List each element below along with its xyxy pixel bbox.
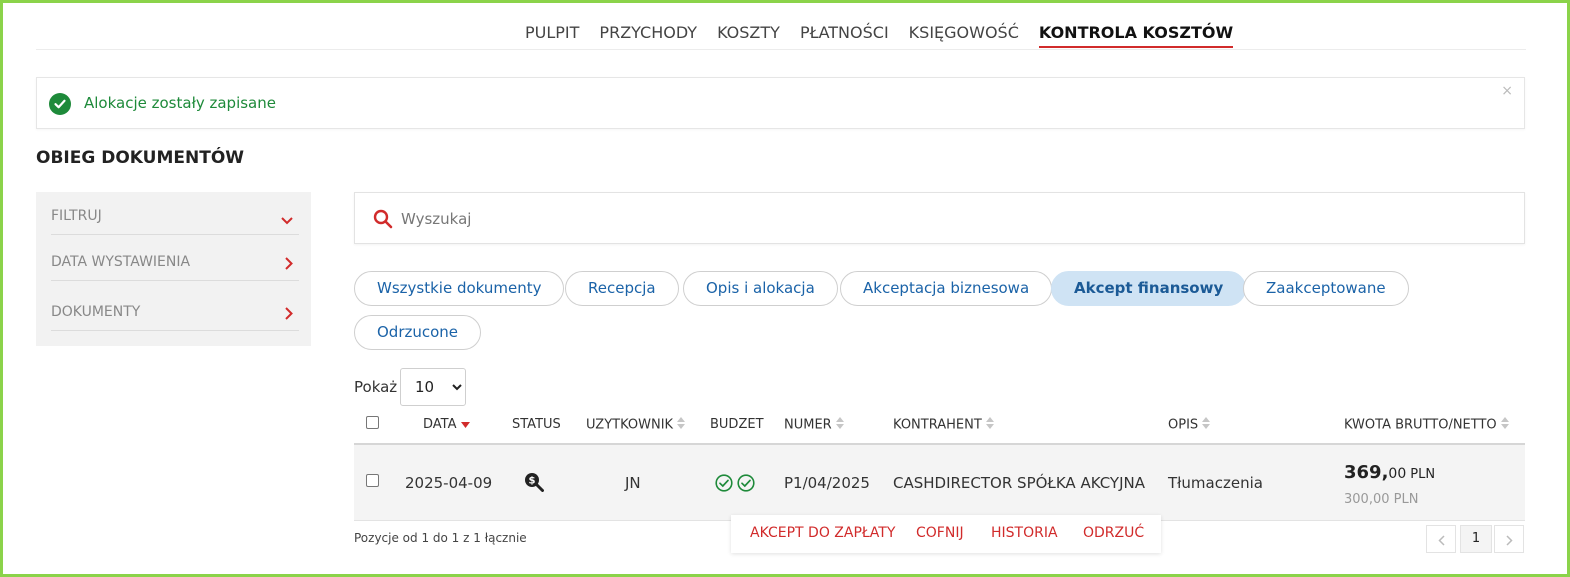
col-header-label: KWOTA BRUTTO/NETTO (1344, 417, 1497, 433)
pill-wszystkie-dokumenty[interactable]: Wszystkie dokumenty (354, 271, 565, 306)
sort-icon (1202, 417, 1211, 433)
row-actions-bar: AKCEPT DO ZAPŁATY COFNIJ HISTORIA ODRZUĆ (731, 515, 1161, 553)
nav-item-ksiegowosc[interactable]: KSIĘGOWOŚĆ (909, 22, 1019, 48)
table-header: DATA STATUS UZYTKOWNIK BUDZET NUMER KONT… (354, 408, 1525, 445)
chevron-down-icon (281, 210, 293, 229)
nav-item-przychody[interactable]: PRZYCHODY (599, 22, 697, 48)
undo-button[interactable]: COFNIJ (916, 525, 964, 541)
search-icon (373, 209, 393, 233)
gross-integer: 369, (1344, 462, 1389, 483)
nav-item-kontrola-kosztow[interactable]: KONTROLA KOSZTÓW (1038, 22, 1234, 48)
show-entries-label: Pokaż (354, 378, 398, 396)
nav-item-koszty[interactable]: KOSZTY (717, 22, 780, 48)
pill-opis-i-alokacja[interactable]: Opis i alokacja (683, 271, 838, 306)
col-header-status: STATUS (512, 417, 561, 432)
sort-icon (835, 417, 844, 433)
col-header-amount[interactable]: KWOTA BRUTTO/NETTO (1344, 417, 1509, 433)
sidebar-item-label: DATA WYSTAWIENIA (51, 254, 191, 270)
pill-akceptacja-biznesowa[interactable]: Akceptacja biznesowa (840, 271, 1053, 306)
pill-odrzucone[interactable]: Odrzucone (354, 315, 482, 350)
search-input[interactable] (401, 206, 1401, 232)
pill-recepcja[interactable]: Recepcja (565, 271, 679, 306)
history-button[interactable]: HISTORIA (991, 525, 1058, 541)
col-header-label: KONTRAHENT (893, 417, 982, 433)
success-alert: Alokacje zostały zapisane × (36, 77, 1525, 129)
sort-desc-icon (460, 417, 470, 432)
cell-contractor: CASHDIRECTOR SPÓŁKA AKCYJNA (893, 474, 1146, 492)
sidebar-item-label: FILTRUJ (51, 208, 102, 224)
cell-net-amount: 300,00 PLN (1344, 492, 1419, 507)
table-row[interactable]: 2025-04-09 $ JN P1/04/2025 CASHDIRECTOR … (354, 445, 1525, 521)
check-circle-icon (715, 474, 733, 496)
svg-text:$: $ (529, 476, 536, 487)
close-icon[interactable]: × (1501, 83, 1513, 99)
reject-button[interactable]: ODRZUĆ (1083, 525, 1144, 541)
col-header-user[interactable]: UZYTKOWNIK (586, 417, 686, 433)
pagination-page-1[interactable]: 1 (1460, 525, 1492, 553)
select-all-checkbox[interactable] (366, 416, 379, 429)
row-checkbox[interactable] (366, 474, 379, 487)
col-header-number[interactable]: NUMER (784, 417, 844, 433)
col-header-label: DATA (423, 417, 457, 432)
cell-description: Tłumaczenia (1168, 474, 1263, 492)
nav-item-pulpit[interactable]: PULPIT (525, 22, 579, 48)
sidebar-item-label: DOKUMENTY (51, 304, 141, 320)
sidebar-item-data-wystawienia[interactable]: DATA WYSTAWIENIA (51, 241, 299, 281)
col-header-label: UZYTKOWNIK (586, 417, 674, 433)
sort-icon (1500, 417, 1509, 433)
gross-currency: PLN (1410, 467, 1436, 482)
col-header-date[interactable]: DATA (423, 417, 470, 432)
search-dollar-icon[interactable]: $ (524, 472, 544, 496)
pagination-info: Pozycje od 1 do 1 z 1 łącznie (354, 531, 527, 545)
nav-item-platnosci[interactable]: PŁATNOŚCI (800, 22, 889, 48)
pagination-prev-button[interactable] (1426, 525, 1456, 553)
accept-payment-button[interactable]: AKCEPT DO ZAPŁATY (750, 525, 895, 541)
gross-decimal: 00 (1388, 466, 1407, 482)
cell-date: 2025-04-09 (405, 474, 493, 492)
col-header-description[interactable]: OPIS (1168, 417, 1211, 433)
page-title: OBIEG DOKUMENTÓW (36, 148, 245, 168)
sort-icon (677, 417, 686, 433)
top-navigation: PULPIT PRZYCHODY KOSZTY PŁATNOŚCI KSIĘGO… (36, 0, 1526, 50)
chevron-right-icon (1506, 535, 1513, 546)
chevron-left-icon (1438, 535, 1445, 546)
cell-user: JN (625, 474, 641, 492)
filter-sidebar: FILTRUJ DATA WYSTAWIENIA DOKUMENTY (36, 192, 311, 346)
cell-number: P1/04/2025 (784, 474, 870, 492)
pill-akcept-finansowy[interactable]: Akcept finansowy (1051, 271, 1247, 306)
search-box (354, 192, 1525, 244)
sidebar-item-filtruj[interactable]: FILTRUJ (51, 195, 299, 235)
sidebar-item-dokumenty[interactable]: DOKUMENTY (51, 291, 299, 331)
alert-message: Alokacje zostały zapisane (84, 94, 276, 112)
pagination-next-button[interactable] (1494, 525, 1524, 553)
sort-icon (985, 417, 994, 433)
cell-gross-amount: 369,00 PLN (1344, 462, 1435, 483)
col-header-budget: BUDZET (710, 417, 764, 432)
pill-zaakceptowane[interactable]: Zaakceptowane (1243, 271, 1409, 306)
col-header-label: NUMER (784, 417, 832, 433)
col-header-contractor[interactable]: KONTRAHENT (893, 417, 994, 433)
chevron-right-icon (285, 305, 293, 324)
chevron-right-icon (285, 255, 293, 274)
check-circle-icon (49, 93, 71, 115)
page-size-select[interactable]: 10 (400, 368, 466, 406)
col-header-label: OPIS (1168, 417, 1199, 433)
check-circle-icon (737, 474, 755, 496)
